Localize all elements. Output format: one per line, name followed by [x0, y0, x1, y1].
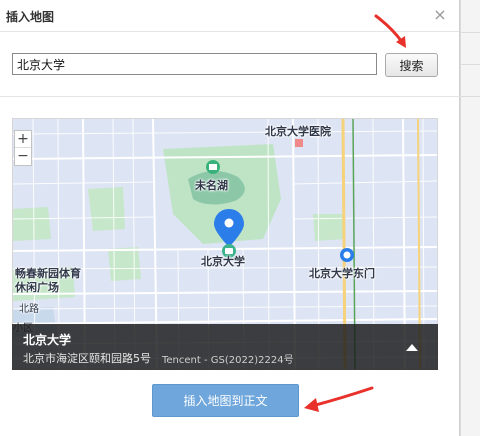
poi-garden-line2[interactable]: 休闲广场 [15, 279, 59, 295]
poi-lake[interactable]: 未名湖 [195, 177, 228, 193]
collapse-arrow-icon[interactable] [405, 341, 419, 353]
poi-university[interactable]: 北京大学 [201, 253, 245, 269]
annotation-arrow-icon [304, 386, 374, 412]
poi-east-gate[interactable]: 北京大学东门 [309, 265, 375, 281]
map-copyright: Tencent - GS(2022)2224号 [162, 355, 294, 366]
insert-map-dialog: 插入地图 × 搜索 [0, 0, 460, 436]
close-icon[interactable]: × [431, 6, 449, 24]
zoom-out-button[interactable]: − [15, 148, 31, 165]
annotation-arrow-icon [374, 14, 406, 48]
zoom-in-button[interactable]: + [15, 131, 31, 148]
search-input[interactable] [12, 53, 377, 75]
poi-road: 北路 [19, 304, 39, 315]
zoom-control: + − [14, 130, 32, 166]
insert-map-button[interactable]: 插入地图到正文 [152, 384, 299, 417]
location-info-panel: 北京大学 北京市海淀区颐和园路5号 Tencent - GS(2022)2224… [12, 324, 438, 370]
location-name: 北京大学 [23, 333, 72, 347]
poi-hospital[interactable]: 北京大学医院 [265, 123, 331, 139]
dialog-title: 插入地图 [6, 10, 55, 24]
background-page [460, 0, 480, 436]
location-address: 北京市海淀区颐和园路5号 [23, 352, 151, 365]
search-button[interactable]: 搜索 [385, 53, 438, 77]
